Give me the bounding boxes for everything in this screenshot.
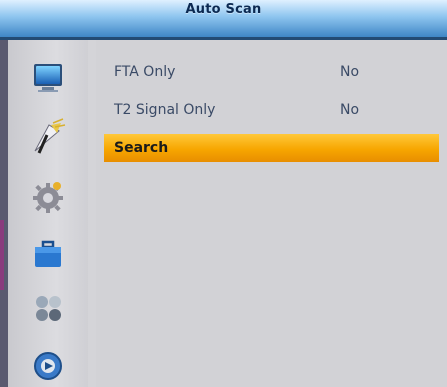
disc-media-icon: [34, 352, 62, 380]
sidebar-item-settings[interactable]: [8, 172, 88, 220]
menu-content: FTA Only No T2 Signal Only No Search: [96, 40, 447, 387]
menu-item-value: No: [340, 102, 360, 118]
menu-item-label: T2 Signal Only: [114, 102, 216, 118]
title-bar: Auto Scan: [0, 0, 447, 40]
menu-item-label: Search: [114, 140, 169, 156]
gear-settings-icon: [33, 182, 63, 213]
sidebar-item-media-player[interactable]: [8, 340, 88, 387]
menu-item-t2-signal-only[interactable]: T2 Signal Only No: [104, 96, 439, 124]
menu-item-label: FTA Only: [114, 64, 176, 80]
sidebar-item-tv[interactable]: [8, 54, 88, 102]
satellite-dish-icon: [34, 118, 66, 154]
sidebar-item-tools[interactable]: [8, 230, 88, 278]
auto-scan-screen: Auto Scan FTA Only No T2 Signal Only No …: [0, 0, 447, 387]
sidebar-item-satellite[interactable]: [8, 114, 88, 162]
page-title: Auto Scan: [185, 2, 262, 17]
media-dots-icon: [36, 296, 61, 321]
sidebar: [8, 40, 88, 387]
tv-screen-icon: [34, 64, 62, 92]
toolbox-icon: [35, 240, 61, 267]
menu-item-search[interactable]: Search: [104, 134, 439, 162]
left-edge-strip: [0, 40, 8, 387]
menu-item-fta-only[interactable]: FTA Only No: [104, 58, 439, 86]
menu-item-value: No: [340, 64, 360, 80]
sidebar-item-media[interactable]: [8, 284, 88, 332]
edge-marker: [0, 220, 4, 290]
